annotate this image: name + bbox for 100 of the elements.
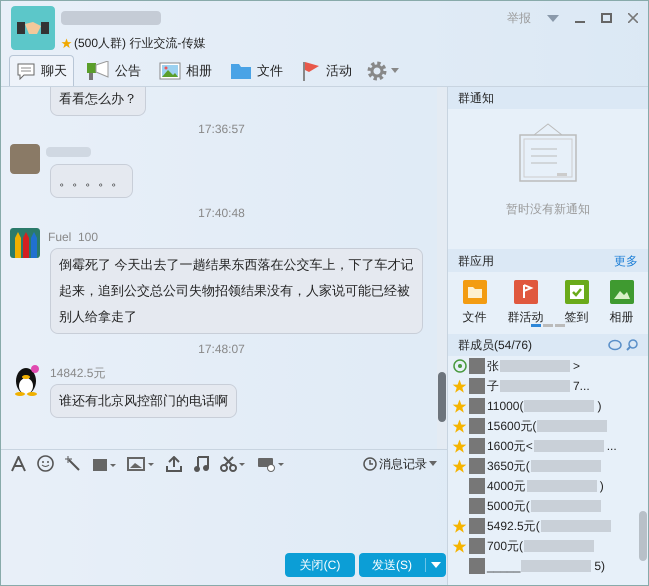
blurred-sender-name	[46, 147, 91, 157]
scissors-icon[interactable]	[220, 456, 246, 472]
blurred-text	[534, 440, 604, 452]
avatar-placeholder	[469, 438, 485, 454]
member-item[interactable]: 1600元< ...	[448, 436, 639, 456]
sender-name: Fuel 100	[48, 229, 98, 246]
section-header: 群通知	[448, 87, 648, 109]
avatar-placeholder	[469, 358, 485, 374]
member-name: 1600元<	[487, 438, 533, 455]
tab[interactable]: 文件	[224, 55, 289, 86]
timestamp: 17:36:57	[197, 121, 246, 138]
avatar-placeholder	[469, 518, 485, 534]
noticeboard-icon	[519, 122, 577, 182]
message-bubble: 看看怎么办？	[50, 87, 146, 116]
timestamp: 17:48:07	[197, 341, 246, 358]
member-name: 700元(	[487, 538, 524, 555]
blurred-text	[524, 540, 594, 552]
emoji-icon[interactable]	[37, 455, 54, 472]
avatar-placeholder	[469, 478, 485, 494]
app-button[interactable]: 文件	[462, 280, 486, 326]
caret-icon	[429, 461, 437, 466]
tab[interactable]: 相册	[153, 55, 218, 86]
clock-icon	[363, 456, 377, 470]
avatar-placeholder	[469, 418, 485, 434]
blurred-text	[524, 400, 594, 412]
member-item[interactable]: 15600元(	[448, 416, 639, 436]
section-header: 群成员(54/76)	[458, 337, 532, 354]
member-item[interactable]: 子 7...	[448, 376, 639, 396]
avatar-placeholder	[469, 538, 485, 554]
megaphone-icon	[86, 60, 110, 80]
avatar-placeholder	[469, 498, 485, 514]
member-name: 张	[487, 358, 499, 375]
blurred-text	[500, 360, 570, 372]
tab[interactable]: 活动	[295, 55, 358, 86]
avatar-placeholder	[469, 398, 485, 414]
app-button[interactable]: 群活动	[508, 280, 544, 326]
tab[interactable]: 公告	[80, 55, 147, 86]
member-item[interactable]: 5000元(	[448, 496, 639, 516]
scrollbar[interactable]	[437, 87, 447, 449]
avatar-placeholder	[469, 378, 485, 394]
message-bubble: 谁还有北京风控部门的电话啊	[50, 384, 237, 418]
timestamp: 17:40:48	[197, 205, 246, 222]
member-item[interactable]: 700元(	[448, 536, 639, 556]
blurred-text	[537, 420, 608, 432]
gear-icon	[366, 60, 388, 82]
empty-notice-text: 暂时没有新通知	[506, 201, 590, 218]
sender-name: 14842.5元	[50, 365, 106, 382]
avatar-placeholder	[469, 558, 485, 574]
blurred-text	[526, 480, 597, 492]
member-name-end: 7...	[573, 378, 590, 395]
folder-icon	[462, 280, 486, 304]
member-name-end: )	[600, 478, 604, 495]
screen-share-icon[interactable]	[257, 456, 285, 472]
member-name-end: )	[597, 398, 602, 415]
search-icon[interactable]	[626, 339, 638, 351]
picture-icon	[159, 62, 181, 80]
member-name: 15600元(	[487, 418, 536, 435]
member-item[interactable]: 4000元 )	[448, 476, 639, 496]
chat-icon	[16, 62, 36, 80]
member-name-end: ...	[606, 438, 617, 455]
member-item[interactable]: 11000( )	[448, 396, 639, 416]
member-name: 3650元(	[487, 458, 530, 475]
member-name: 4000元	[487, 478, 526, 495]
member-name: 11000(	[487, 398, 524, 415]
member-item[interactable]: 3650元(	[448, 456, 639, 476]
chat-bubble-icon[interactable]	[608, 339, 622, 351]
magic-wand-icon[interactable]	[65, 456, 81, 472]
group-avatar-icon	[11, 6, 55, 50]
close-icon[interactable]	[628, 13, 638, 23]
maximize-icon[interactable]	[601, 13, 612, 23]
message-history-button[interactable]: 消息记录	[363, 454, 437, 472]
blurred-text	[530, 500, 601, 512]
member-item[interactable]: 5492.5元(	[448, 516, 639, 536]
blurred-text	[540, 520, 611, 532]
star-icon	[61, 38, 72, 48]
member-item[interactable]: _____ 5)	[448, 556, 639, 576]
flag-icon	[514, 280, 538, 304]
member-name: 5492.5元(	[487, 518, 540, 535]
font-icon[interactable]	[11, 456, 26, 472]
upload-icon[interactable]	[166, 456, 182, 472]
tab[interactable]: 聊天	[9, 55, 74, 86]
checkbox-icon	[564, 280, 588, 304]
message-bubble: 倒霉死了 今天出去了一趟结果东西落在公交车上，下了车才记起来，追到公交总公司失物招领结果没有，人家说可能已经被别人给拿走了	[50, 248, 423, 334]
message-bubble: 。。。。。	[50, 164, 133, 198]
member-item[interactable]: 张 >	[448, 356, 639, 376]
blurred-text	[521, 560, 592, 572]
app-button[interactable]: 签到	[564, 280, 588, 326]
music-icon[interactable]	[193, 455, 209, 472]
caret-icon[interactable]	[431, 562, 441, 568]
image-icon[interactable]	[127, 456, 155, 472]
photo-placeholder	[10, 144, 40, 174]
blurred-text	[500, 380, 570, 392]
app-button[interactable]: 相册	[610, 280, 634, 326]
flag-icon	[301, 60, 321, 82]
group-info: (500人群) 行业交流-传媒	[74, 35, 206, 52]
avatar-placeholder	[469, 458, 485, 474]
folder-icon	[230, 62, 252, 80]
member-name: 5000元(	[487, 498, 530, 515]
member-name-end: >	[573, 358, 580, 375]
member-name: _____	[487, 558, 520, 575]
